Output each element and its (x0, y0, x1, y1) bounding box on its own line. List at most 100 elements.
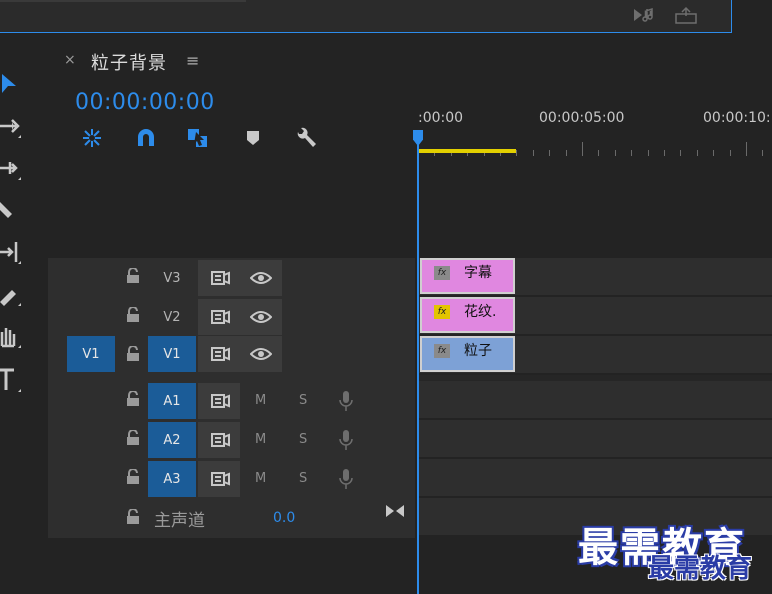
solo-button[interactable]: S (299, 432, 307, 447)
ruler-label-10s: 00:00:10: (703, 110, 771, 126)
clip-name: 花纹. (464, 304, 497, 320)
source-patch-v1[interactable]: V1 (67, 336, 115, 372)
ruler-tick (664, 150, 665, 156)
track-controls-a3 (198, 461, 240, 497)
playhead-timecode[interactable]: 00:00:00:00 (75, 90, 215, 115)
track-controls-v3 (198, 260, 282, 296)
track-target-v1[interactable]: V1 (148, 336, 196, 372)
toggle-track-output-eye-icon[interactable] (250, 270, 272, 286)
toggle-track-output-eye-icon[interactable] (250, 346, 272, 362)
insert-audio-icon[interactable] (632, 6, 656, 28)
master-track-label: 主声道 (154, 511, 205, 531)
track-target-v2[interactable]: V2 (148, 299, 196, 335)
track-target-a2[interactable]: A2 (148, 422, 196, 458)
sync-lock-icon[interactable] (211, 392, 231, 410)
mute-button[interactable]: M (255, 471, 266, 486)
time-ruler[interactable]: :00:00 00:00:05:00 00:00:10: (418, 100, 772, 156)
sync-lock-icon[interactable] (211, 431, 231, 449)
ripple-edit-icon[interactable] (0, 150, 30, 186)
solo-button[interactable]: S (299, 471, 307, 486)
track-target-a1[interactable]: A1 (148, 383, 196, 419)
track-target-v3[interactable]: V3 (148, 260, 196, 296)
lock-icon[interactable] (126, 430, 140, 446)
sync-lock-icon[interactable] (211, 470, 231, 488)
track-header-v2: V2 (48, 297, 415, 336)
track-header-a1: A1 M S (48, 381, 415, 420)
clip-pattern[interactable]: fx 花纹. (420, 297, 515, 333)
master-volume-value[interactable]: 0.0 (273, 510, 295, 526)
track-lane-a1[interactable] (418, 381, 772, 419)
razor-tool-icon[interactable] (0, 192, 30, 228)
close-tab-button[interactable]: × (64, 52, 76, 68)
ruler-tick (549, 150, 551, 156)
work-area-bar[interactable] (419, 149, 516, 153)
lock-icon[interactable] (126, 391, 140, 407)
clip-title[interactable]: fx 字幕 (420, 258, 515, 294)
track-controls-a1 (198, 383, 240, 419)
mute-button[interactable]: M (255, 432, 266, 447)
ruler-tick (516, 150, 518, 156)
lock-icon[interactable] (126, 469, 140, 485)
ruler-tick (647, 150, 649, 156)
track-lane-a2[interactable] (418, 420, 772, 458)
ruler-tick (565, 150, 567, 156)
hand-tool-icon[interactable] (0, 318, 30, 354)
sync-lock-icon[interactable] (211, 269, 231, 287)
track-header-master: 主声道 0.0 (48, 498, 415, 537)
watermark-small: 最需教育 (648, 554, 753, 584)
track-select-forward-icon[interactable] (0, 108, 30, 144)
lock-icon[interactable] (126, 346, 140, 362)
clip-name: 粒子 (464, 343, 492, 359)
mute-button[interactable]: M (255, 393, 266, 408)
fx-badge-icon: fx (434, 266, 450, 280)
ruler-tick (729, 150, 731, 156)
clip-particles[interactable]: fx 粒子 (420, 336, 515, 372)
track-controls-a2 (198, 422, 240, 458)
ruler-label-5s: 00:00:05:00 (539, 110, 625, 126)
solo-button[interactable]: S (299, 393, 307, 408)
ruler-tick (680, 150, 682, 156)
pen-tool-icon[interactable] (0, 276, 30, 312)
timeline-settings-wrench-icon[interactable] (294, 126, 318, 150)
collapse-expand-icon[interactable] (385, 504, 405, 518)
clip-name: 字幕 (464, 265, 492, 281)
track-controls-v2 (198, 299, 282, 335)
ruler-tick (746, 142, 747, 156)
toggle-track-output-eye-icon[interactable] (250, 309, 272, 325)
track-target-a3[interactable]: A3 (148, 461, 196, 497)
fx-badge-icon: fx (434, 344, 450, 358)
track-header-a3: A3 M S (48, 459, 415, 498)
playhead-line[interactable] (417, 130, 419, 594)
ruler-tick (582, 142, 583, 156)
lock-icon[interactable] (126, 268, 140, 284)
ruler-tick (713, 150, 715, 156)
export-frame-icon[interactable] (674, 6, 698, 28)
voiceover-mic-icon[interactable] (339, 468, 353, 490)
sequence-tab-title[interactable]: 粒子背景 (91, 49, 167, 75)
monitor-divider (0, 0, 246, 2)
ruler-label-0: :00:00 (418, 110, 464, 126)
lock-icon[interactable] (126, 509, 140, 525)
track-header-v1: V1 V1 (48, 336, 415, 375)
selection-tool-icon[interactable] (0, 66, 30, 102)
track-lane-a3[interactable] (418, 459, 772, 497)
sync-lock-icon[interactable] (211, 308, 231, 326)
type-tool-icon[interactable] (0, 362, 30, 398)
panel-menu-icon[interactable]: ≡ (186, 51, 199, 70)
lock-icon[interactable] (126, 307, 140, 323)
voiceover-mic-icon[interactable] (339, 429, 353, 451)
sync-lock-icon[interactable] (211, 345, 231, 363)
slip-tool-icon[interactable] (0, 234, 30, 270)
track-header-v3: V3 (48, 258, 415, 297)
ruler-tick (532, 150, 534, 156)
linked-selection-icon[interactable] (186, 126, 210, 150)
ruler-tick (631, 150, 633, 156)
add-marker-icon[interactable] (242, 126, 266, 150)
nest-sequence-icon[interactable] (80, 126, 104, 150)
ruler-tick (598, 150, 600, 156)
track-header-a2: A2 M S (48, 420, 415, 459)
voiceover-mic-icon[interactable] (339, 390, 353, 412)
ruler-tick (762, 150, 764, 156)
snap-magnet-icon[interactable] (134, 126, 158, 150)
track-controls-v1 (198, 336, 282, 372)
